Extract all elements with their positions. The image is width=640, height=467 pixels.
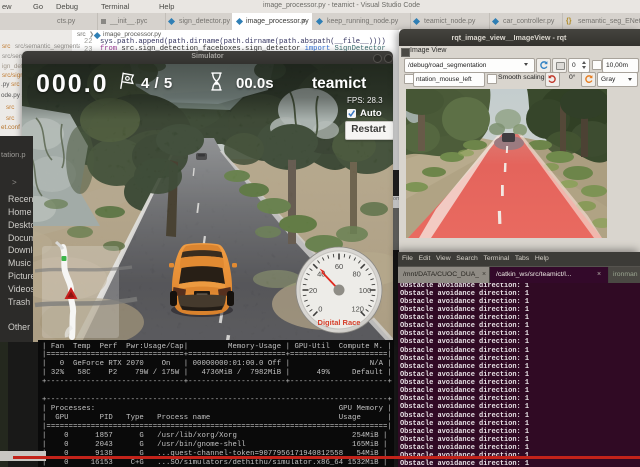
svg-text:60: 60	[335, 262, 343, 271]
svg-text:0: 0	[318, 305, 322, 314]
svg-text:20: 20	[309, 286, 317, 295]
svg-text:100: 100	[359, 286, 372, 295]
svg-text:120: 120	[351, 305, 364, 314]
svg-text:Digital Race: Digital Race	[318, 318, 361, 327]
svg-text:80: 80	[353, 269, 361, 278]
